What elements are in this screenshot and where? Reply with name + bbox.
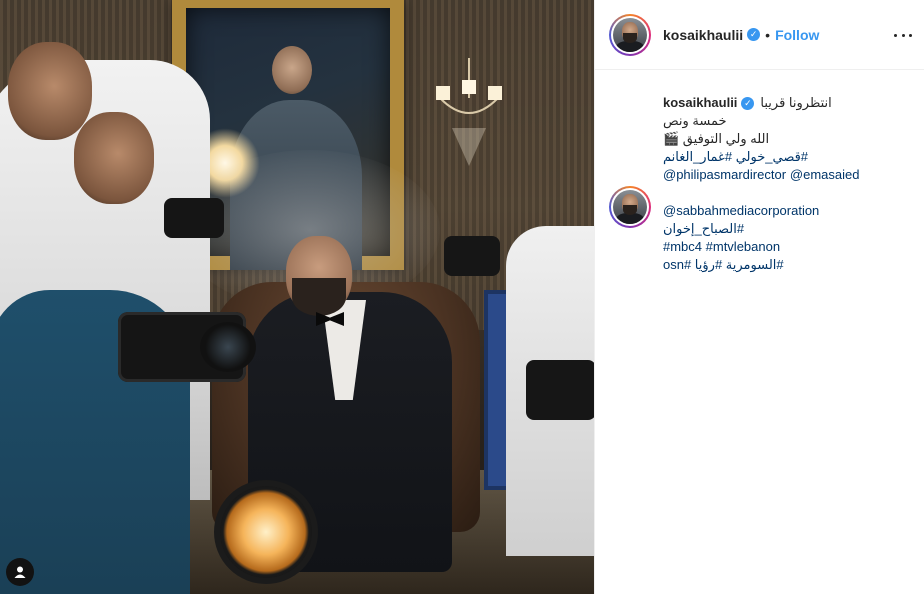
caption-mention-sabbah[interactable]: @sabbahmediacorporation (663, 203, 819, 218)
caption-first-line: kosaikhaulii ✓ انتظرونا قريبا (663, 94, 908, 112)
caption: kosaikhaulii ✓ انتظرونا قريبا خمسة ونص ا… (595, 70, 924, 274)
verified-badge-icon: ✓ (747, 28, 761, 41)
header-username[interactable]: kosaikhaulii (663, 27, 743, 43)
caption-mention-emasaied[interactable]: @emasaied (790, 167, 860, 182)
post-side-panel: kosaikhaulii ✓ • Follow kosaikhaulii ✓ ا… (594, 0, 924, 594)
seated-man-beard (292, 278, 346, 316)
caption-username[interactable]: kosaikhaulii (663, 94, 737, 112)
caption-hashtags-networks[interactable]: #السومرية #رؤيا #osn (663, 256, 908, 274)
photographer-left-head (8, 42, 92, 140)
caption-text-line2: خمسة ونص (663, 113, 727, 128)
portrait-face (272, 46, 312, 94)
caption-mention-director[interactable]: @philipasmardirector (663, 167, 786, 182)
post-header: kosaikhaulii ✓ • Follow (595, 0, 924, 70)
photographer-left2-head (74, 112, 154, 204)
caption-text-line3: الله ولي التوفيق 🎬 (663, 131, 770, 146)
camera-right-lower (526, 360, 594, 420)
studio-light (214, 480, 318, 584)
chandelier (436, 58, 502, 166)
camera-top (164, 198, 224, 238)
caption-hashtag-sabbah[interactable]: #الصباح_إخوان (663, 220, 908, 238)
caption-hashtags-arabic[interactable]: #قصي_خولي #غمار_الغانم (663, 148, 908, 166)
header-avatar[interactable] (609, 13, 651, 56)
caption-avatar[interactable] (609, 186, 651, 228)
follow-button[interactable]: Follow (775, 27, 819, 43)
profile-avatar (613, 190, 647, 224)
camera-right (444, 236, 500, 276)
more-options-icon[interactable] (894, 26, 912, 44)
caption-text-line1: انتظرونا قريبا (760, 95, 832, 110)
verified-badge-icon: ✓ (741, 96, 755, 110)
separator-dot: • (765, 26, 771, 43)
camera-left (118, 312, 256, 382)
caption-hashtags-channels[interactable]: #mbc4 #mtvlebanon (663, 239, 780, 254)
post-photo[interactable] (0, 0, 594, 594)
user-tag-icon[interactable] (6, 558, 34, 586)
profile-avatar (613, 17, 647, 52)
person-icon (14, 566, 26, 578)
header-user-info: kosaikhaulii ✓ • Follow (663, 27, 819, 43)
